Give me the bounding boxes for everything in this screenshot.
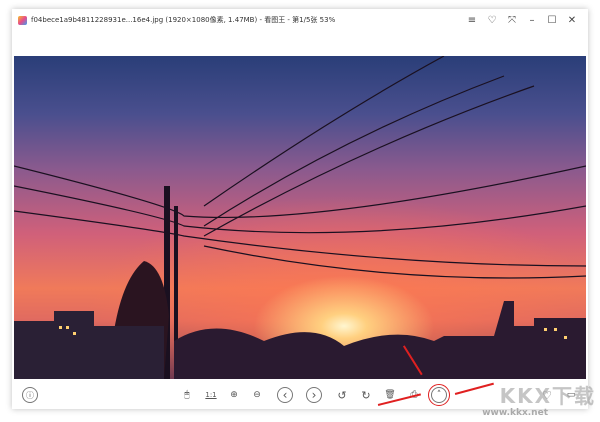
watermark-url: www.kkx.net bbox=[482, 408, 548, 418]
more-button[interactable]: ˄ bbox=[428, 384, 450, 406]
zoom-out-button[interactable]: ⊖ bbox=[250, 388, 264, 402]
skin-icon[interactable]: ♡ bbox=[482, 15, 502, 26]
app-logo-icon bbox=[18, 15, 27, 25]
info-button[interactable]: ⓘ bbox=[22, 387, 38, 403]
maximize-icon[interactable]: ☐ bbox=[542, 15, 562, 26]
title-bar: f04bece1a9b4811228931e...16e4.jpg (1920×… bbox=[12, 9, 588, 31]
rotate-left-button[interactable]: ↺ bbox=[335, 388, 349, 402]
menu-icon[interactable]: ≡ bbox=[462, 15, 482, 26]
previous-button[interactable]: ‹ bbox=[277, 387, 293, 403]
fullscreen-icon[interactable]: ⤧ bbox=[502, 15, 522, 26]
watermark-logo: KKX下载 bbox=[499, 384, 596, 408]
window-title: f04bece1a9b4811228931e...16e4.jpg (1920×… bbox=[31, 16, 336, 24]
actual-size-button[interactable]: 1:1 bbox=[204, 388, 218, 402]
displayed-image bbox=[14, 56, 586, 379]
mouse-mode-button[interactable]: 🖱 bbox=[180, 388, 194, 402]
close-icon[interactable]: ✕ bbox=[562, 15, 582, 26]
viewer-window: f04bece1a9b4811228931e...16e4.jpg (1920×… bbox=[12, 9, 588, 409]
zoom-in-button[interactable]: ⊕ bbox=[227, 388, 241, 402]
minimize-icon[interactable]: – bbox=[522, 15, 542, 26]
next-button[interactable]: › bbox=[306, 387, 322, 403]
rotate-right-button[interactable]: ↻ bbox=[359, 388, 373, 402]
image-scene bbox=[14, 56, 586, 379]
